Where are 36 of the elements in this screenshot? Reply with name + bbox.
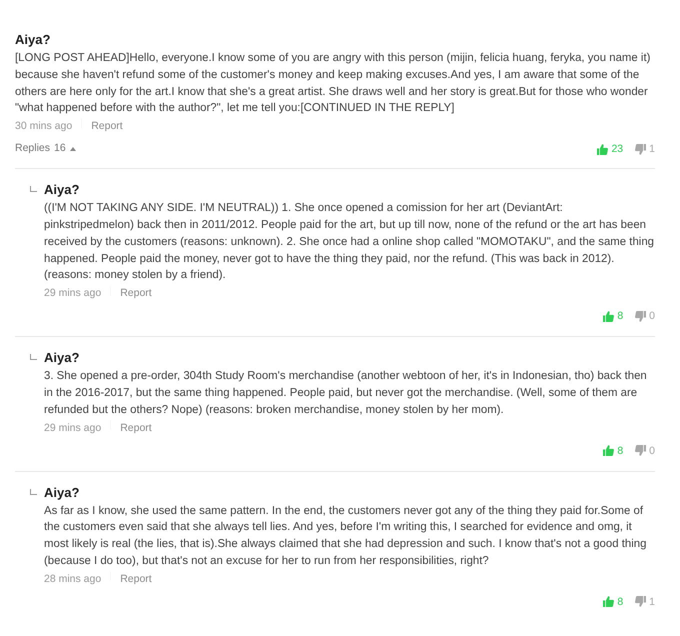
thumbs-down-icon <box>635 310 646 322</box>
thumbs-up-icon <box>603 310 614 322</box>
author-name: Aiya? <box>15 31 52 49</box>
reply-corner-icon <box>30 354 37 360</box>
dislike-button[interactable]: 1 <box>635 142 655 156</box>
dislike-button[interactable]: 1 <box>635 594 655 609</box>
reply-corner-icon <box>30 488 37 495</box>
comment-text: [LONG POST AHEAD]Hello, everyone.I know some of you are angry with this person (mijin, felicia huang, feryka, you name it) because she haven't refund some of the customer's money and keep making excuses.And yes, I am aware that some of the others are here only for the art.I know that she's a great artist. She draws well and her story is great.But for those who wonder "what happened before with the author?", let me tell you:[CONTINUED IN THE REPLY] <box>15 51 652 116</box>
timestamp: 29 mins ago <box>44 286 102 302</box>
like-button[interactable]: 23 <box>597 142 624 156</box>
report-link[interactable]: Report <box>120 285 152 302</box>
author-name: Aiya? <box>44 181 80 200</box>
thumbs-down-icon <box>635 596 646 608</box>
dislike-button[interactable]: 0 <box>635 309 655 324</box>
comment-text: As far as I know, she used the same pattern. In the end, the customers never got any of the thing they paid for.Some of the customers even said that she always tell lies. And yes, before I'm writing this, I searched for evidence and omg, it most likely is real (the lies, that is).She always claimed that she had depression and such. I know that's not a good thing (because I do too), but that's not an excuse for her to run from her responsibilities, right? <box>44 504 648 569</box>
thumbs-up-icon <box>603 596 614 608</box>
author-name: Aiya? <box>44 484 80 502</box>
dislike-button[interactable]: 0 <box>635 444 655 458</box>
like-button[interactable]: 8 <box>603 444 624 458</box>
comment-text: 3. She opened a pre-order, 304th Study Room's merchandise (another webtoon of her, it's in Indonesian, tho) back then in the 2016-2017, but the same thing happened. People paid, but never got the merchandise. (Well, some of them are refunded but the others? Nope) (reasons: broken merchandise, money stolen by her mom). <box>44 369 648 418</box>
report-link[interactable]: Report <box>120 570 152 587</box>
thumbs-up-icon <box>597 144 608 155</box>
comment-text: ((I'M NOT TAKING ANY SIDE. I'M NEUTRAL)) 1. She once opened a comission for her art (DeviantArt: pinkstripedmelon) back then in 2011/2012. People paid for the art, but up till now, none of the refund or the art has been received by the customers (reasons: unknown). 2. She once had a online shop called "MOMOTAKU", and the same thing happened. People paid the money, never got to have the thing they paid, nor the refund. (This was back in 2012). (reasons: money stolen by a friend). <box>44 201 655 284</box>
timestamp: 30 mins ago <box>15 119 72 134</box>
report-link[interactable]: Report <box>91 118 123 134</box>
like-button[interactable]: 8 <box>603 594 624 609</box>
report-link[interactable]: Report <box>120 420 152 436</box>
replies-toggle[interactable]: Replies 16 <box>15 141 76 158</box>
thumbs-down-icon <box>635 445 646 456</box>
thumbs-up-icon <box>603 445 614 456</box>
timestamp: 28 mins ago <box>44 572 102 587</box>
reply-corner-icon <box>30 186 37 192</box>
author-name: Aiya? <box>44 349 80 368</box>
thumbs-down-icon <box>635 144 646 155</box>
timestamp: 29 mins ago <box>44 420 102 436</box>
like-button[interactable]: 8 <box>603 309 624 324</box>
